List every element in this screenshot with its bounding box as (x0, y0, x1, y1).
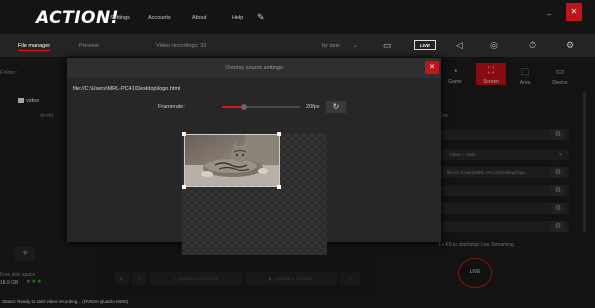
overlay-preview-image[interactable] (184, 134, 280, 187)
source-path: file://C:\Users\MRL-PC41\Desktop\logo.ht… (73, 86, 181, 92)
status-text: Status: Ready to start video recording..… (2, 299, 129, 304)
camera-icon[interactable]: ◎ (490, 40, 498, 51)
menu-help[interactable]: Help (232, 15, 243, 21)
chevron-down-icon[interactable]: ⌄ (353, 42, 358, 49)
cat-photo (185, 135, 279, 186)
timer-icon[interactable]: ⏱ (529, 40, 536, 51)
sort-select[interactable]: by date (322, 43, 340, 49)
framerate-value: 20fps (306, 104, 320, 110)
dialog-title: Overlay source settings (225, 65, 283, 71)
window-close-button[interactable]: ✕ (566, 3, 582, 21)
reset-icon[interactable]: ↻ (326, 101, 346, 113)
menu-about[interactable]: About (192, 15, 206, 21)
dialog-close-button[interactable]: ✕ (425, 61, 439, 74)
resize-handle[interactable] (182, 132, 186, 136)
menu-settings[interactable]: Settings (110, 15, 130, 21)
recordings-count: Video recordings: 33 (156, 43, 207, 49)
tab-file-manager[interactable]: File manager (18, 43, 51, 51)
framerate-slider-thumb[interactable] (241, 104, 247, 110)
app-logo: ACTION! (36, 8, 119, 28)
tab-live[interactable]: LIVE (414, 40, 436, 50)
settings-gear-icon[interactable]: ⚙ (566, 40, 574, 51)
app-window: ACTION! Settings Accounts About Help ✎ –… (0, 0, 595, 308)
tab-preview[interactable]: Preview (79, 43, 99, 49)
resize-handle[interactable] (182, 185, 186, 189)
video-record-icon[interactable]: ▭ (383, 40, 392, 51)
pen-icon[interactable]: ✎ (257, 12, 265, 23)
resize-handle[interactable] (277, 132, 281, 136)
resize-handle[interactable] (277, 185, 281, 189)
audio-icon[interactable]: ◁ (456, 40, 463, 51)
menu-accounts[interactable]: Accounts (148, 15, 171, 21)
minimize-button[interactable]: – (547, 10, 551, 19)
framerate-label: Framerate: (158, 104, 185, 110)
